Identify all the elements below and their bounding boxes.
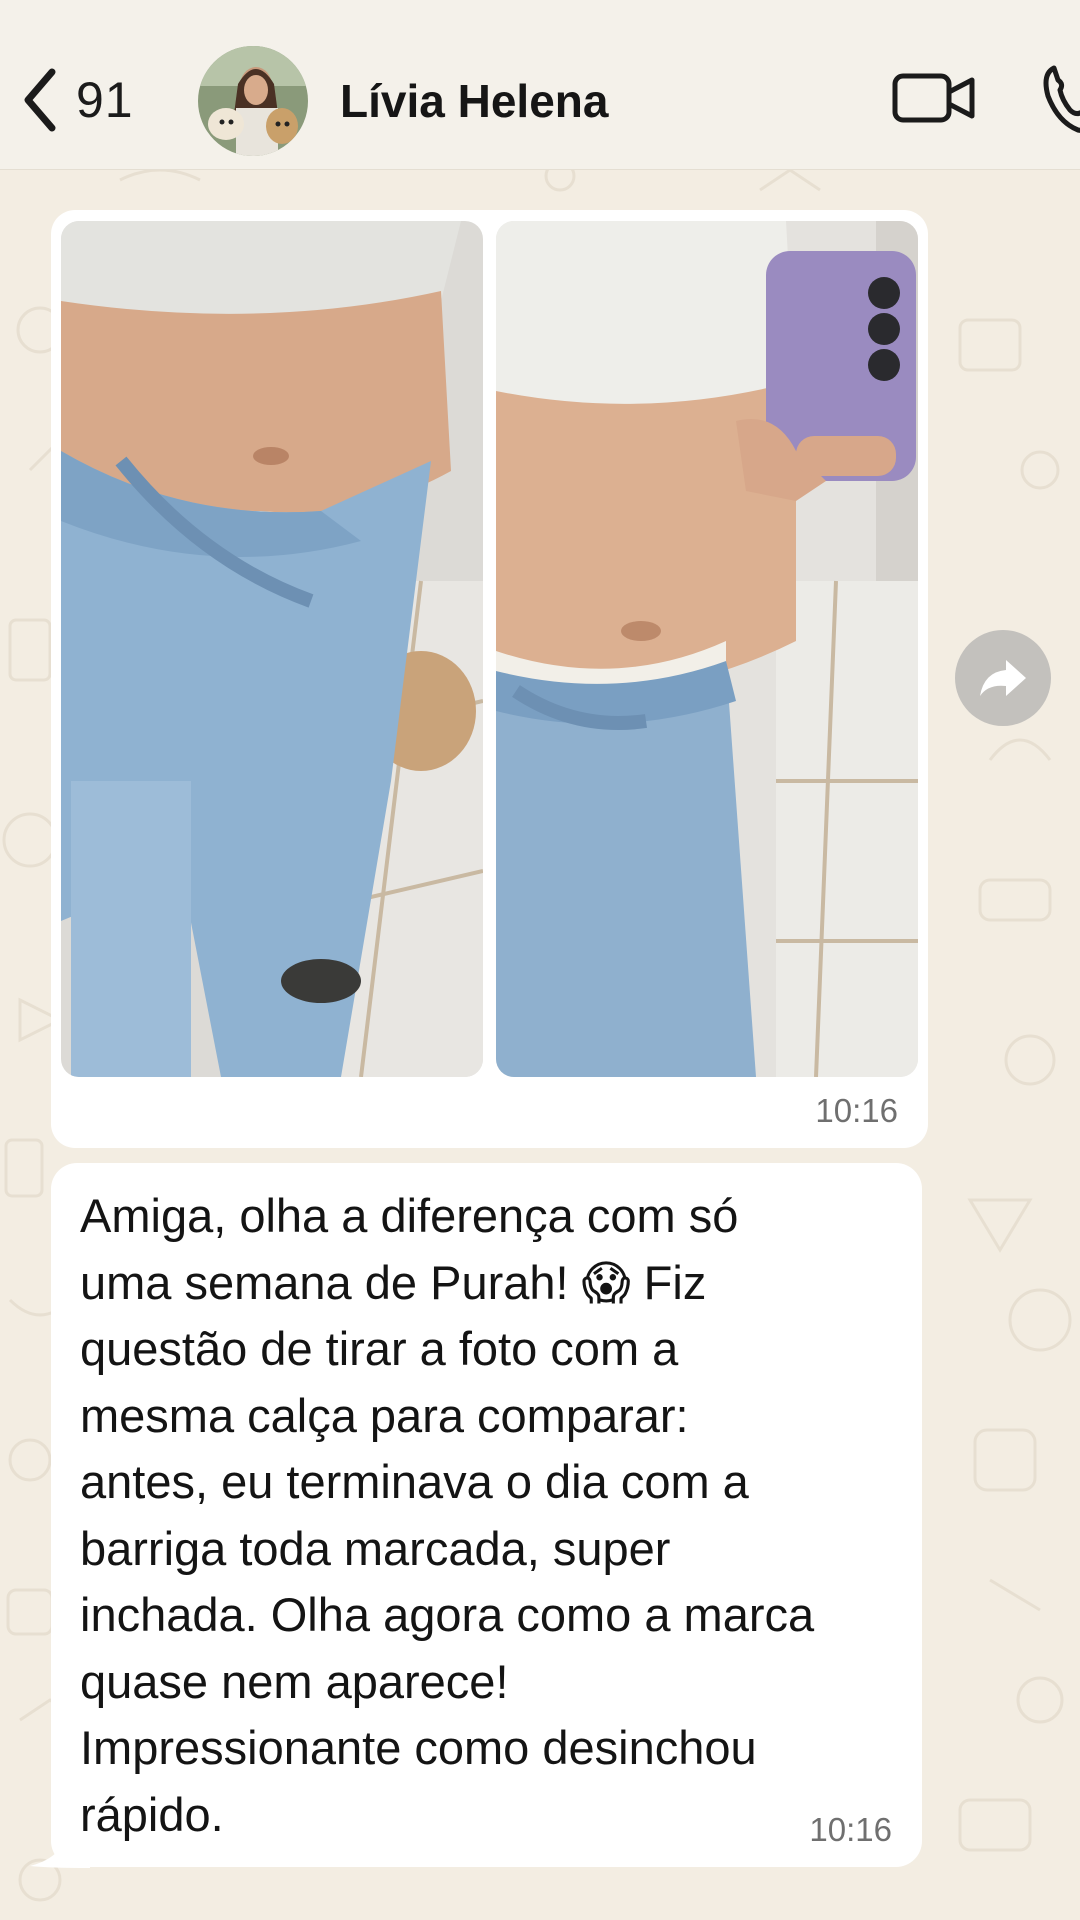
image-message-bubble: 10:16 xyxy=(51,210,928,1148)
avatar[interactable] xyxy=(198,46,308,156)
photo-after[interactable] xyxy=(496,221,918,1077)
video-camera-icon xyxy=(892,73,975,123)
unread-count: 91 xyxy=(76,72,134,128)
photo-after-image xyxy=(496,221,918,1077)
chat-screen: 91 Lívia Helena 10:16 Amiga, olha a dife… xyxy=(0,0,1080,1920)
phone-icon xyxy=(1043,65,1080,133)
message-text: Amiga, olha a diferença com só uma seman… xyxy=(80,1189,815,1841)
voice-call-button[interactable] xyxy=(1040,62,1080,134)
photo-before[interactable] xyxy=(61,221,483,1077)
forward-button[interactable] xyxy=(955,630,1051,726)
message-time: 10:16 xyxy=(815,1092,898,1129)
forward-arrow-icon xyxy=(980,660,1026,696)
back-button[interactable]: 91 xyxy=(20,60,134,140)
message-time: 10:16 xyxy=(809,1811,892,1848)
chat-header: 91 Lívia Helena xyxy=(0,0,1080,170)
chevron-left-icon xyxy=(24,68,56,132)
photo-before-image xyxy=(61,221,483,1077)
contact-name[interactable]: Lívia Helena xyxy=(340,74,608,128)
video-call-button[interactable] xyxy=(892,64,976,132)
avatar-image xyxy=(198,46,308,156)
text-message-bubble: Amiga, olha a diferença com só uma seman… xyxy=(51,1163,922,1867)
